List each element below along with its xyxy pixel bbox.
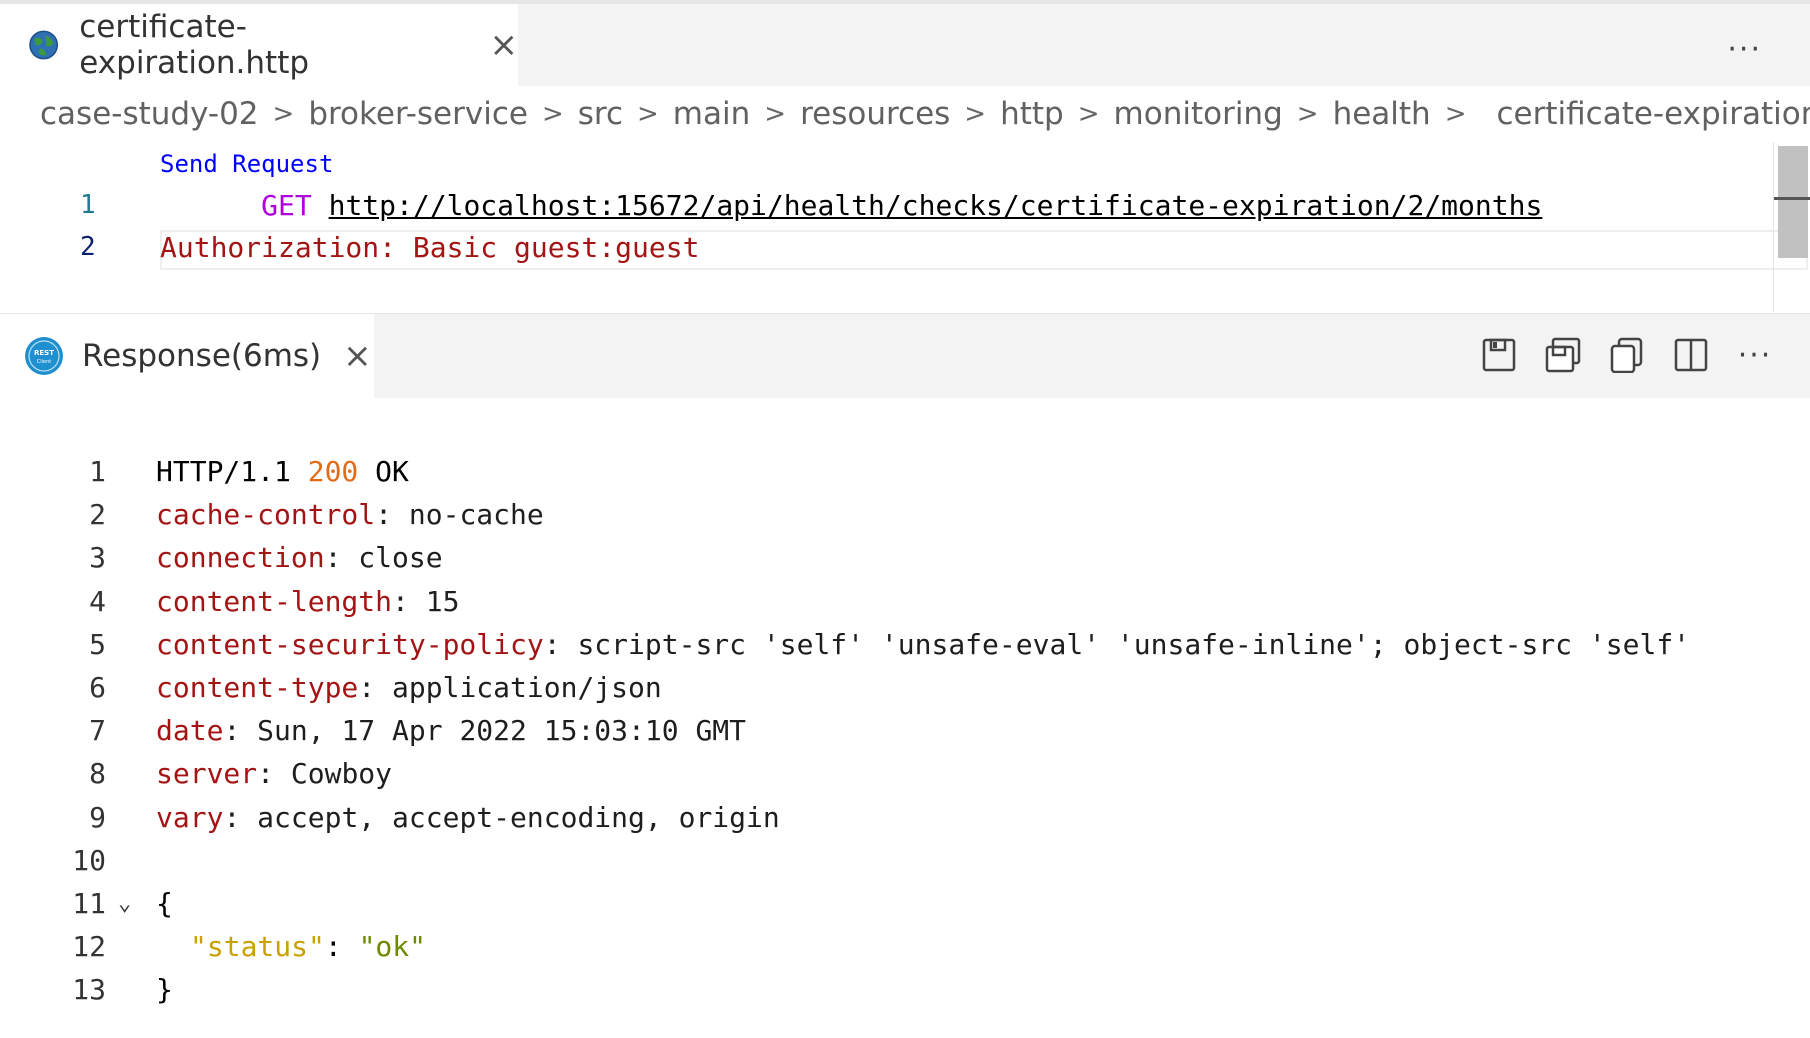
more-actions-icon[interactable]: ··· bbox=[1736, 336, 1774, 374]
response-header-line: 2 cache-control: no-cache bbox=[0, 493, 1810, 536]
json-key: "status" bbox=[190, 930, 325, 964]
header-value: : 15 bbox=[392, 584, 460, 618]
response-body[interactable]: 1 HTTP/1.1 200 OK 2 cache-control: no-ca… bbox=[0, 450, 1810, 1011]
editor-tab-certificate-expiration[interactable]: certificate-expiration.http × bbox=[0, 4, 518, 86]
response-tab-bar: REST Client Response(6ms) × ··· bbox=[0, 313, 1810, 398]
copy-icon[interactable] bbox=[1608, 336, 1646, 374]
chevron-right-icon: > bbox=[541, 99, 564, 129]
svg-text:Client: Client bbox=[37, 359, 52, 365]
chevron-right-icon: > bbox=[964, 99, 987, 129]
vertical-scrollbar[interactable] bbox=[1773, 142, 1810, 312]
chevron-right-icon: > bbox=[1077, 99, 1100, 129]
breadcrumb-item[interactable]: case-study-02 bbox=[40, 96, 259, 132]
response-header-line: 6 content-type: application/json bbox=[0, 666, 1810, 709]
http-method: GET bbox=[261, 188, 312, 222]
close-icon[interactable]: × bbox=[343, 339, 372, 373]
response-tab[interactable]: REST Client Response(6ms) × bbox=[0, 314, 374, 398]
line-number: 5 bbox=[89, 627, 106, 661]
request-url[interactable]: http://localhost:15672/api/health/checks… bbox=[329, 189, 1543, 222]
chevron-right-icon: > bbox=[1296, 99, 1319, 129]
header-key: content-type bbox=[156, 671, 359, 705]
line-number: 1 bbox=[89, 455, 106, 489]
response-header-line: 9 vary: accept, accept-encoding, origin bbox=[0, 796, 1810, 839]
response-json-pair: 12 "status": "ok" bbox=[0, 925, 1810, 968]
more-actions-icon[interactable]: ··· bbox=[1727, 32, 1762, 67]
response-header-line: 5 content-security-policy: script-src 's… bbox=[0, 623, 1810, 666]
http-version: HTTP/1.1 bbox=[156, 455, 308, 489]
chevron-right-icon: > bbox=[1444, 99, 1467, 129]
status-text: OK bbox=[358, 455, 409, 489]
rest-client-icon: REST Client bbox=[25, 337, 63, 375]
header-value: : no-cache bbox=[375, 498, 544, 532]
header-key: connection bbox=[156, 541, 325, 575]
breadcrumb-item[interactable]: monitoring bbox=[1114, 96, 1283, 132]
chevron-right-icon: > bbox=[637, 99, 659, 129]
breadcrumb-item[interactable]: resources bbox=[800, 96, 950, 132]
json-brace: { bbox=[156, 886, 173, 920]
line-number: 6 bbox=[89, 671, 106, 705]
breadcrumb-item-file[interactable]: certificate-expiration.http bbox=[1497, 96, 1810, 132]
editor-tab-title: certificate-expiration.http bbox=[79, 9, 310, 81]
header-key: cache-control bbox=[156, 498, 376, 532]
response-line: 1 HTTP/1.1 200 OK bbox=[0, 450, 1810, 493]
request-header: Authorization: Basic guest:guest bbox=[160, 230, 700, 264]
header-key: server bbox=[156, 757, 258, 791]
response-actions: ··· bbox=[1480, 336, 1774, 374]
json-brace: } bbox=[156, 973, 173, 1007]
line-number: 12 bbox=[72, 930, 106, 964]
save-response-icon[interactable] bbox=[1480, 336, 1518, 374]
header-key: date bbox=[156, 714, 224, 748]
breadcrumb-item[interactable]: http bbox=[1000, 96, 1064, 132]
breadcrumb-item[interactable]: src bbox=[578, 96, 623, 132]
header-value: : application/json bbox=[358, 671, 662, 705]
header-value: : script-src 'self' 'unsafe-eval' 'unsaf… bbox=[543, 627, 1691, 661]
line-number: 3 bbox=[89, 541, 106, 575]
header-key: content-length bbox=[156, 584, 393, 618]
json-value: "ok" bbox=[358, 930, 427, 964]
header-value: : accept, accept-encoding, origin bbox=[223, 800, 780, 834]
breadcrumb-item[interactable]: health bbox=[1333, 96, 1431, 132]
line-number: 1 bbox=[80, 190, 96, 220]
line-number: 9 bbox=[89, 800, 106, 834]
line-number: 10 bbox=[72, 843, 106, 877]
editor-tab-bar: certificate-expiration.http × ··· bbox=[0, 0, 1810, 86]
chevron-right-icon: > bbox=[764, 99, 787, 129]
chevron-right-icon: > bbox=[272, 99, 295, 129]
response-line-blank: 10 bbox=[0, 839, 1810, 882]
breadcrumb-item[interactable]: main bbox=[673, 96, 750, 132]
chevron-down-icon[interactable]: ⌄ bbox=[118, 891, 131, 916]
header-value: : Cowboy bbox=[257, 757, 393, 791]
response-json-open: 11 ⌄ { bbox=[0, 882, 1810, 925]
line-number: 11 bbox=[72, 886, 106, 920]
scrollbar-marker bbox=[1774, 197, 1810, 200]
save-response-body-icon[interactable] bbox=[1544, 336, 1582, 374]
globe-icon bbox=[29, 30, 59, 60]
response-tab-title: Response(6ms) bbox=[82, 338, 322, 374]
line-number: 2 bbox=[89, 498, 106, 532]
breadcrumb: case-study-02 > broker-service > src > m… bbox=[0, 86, 1810, 142]
response-header-line: 4 content-length: 15 bbox=[0, 580, 1810, 623]
response-header-line: 3 connection: close bbox=[0, 536, 1810, 579]
header-value: : Sun, 17 Apr 2022 15:03:10 GMT bbox=[223, 714, 747, 748]
line-number: 13 bbox=[72, 973, 106, 1007]
split-editor-icon[interactable] bbox=[1672, 336, 1710, 374]
response-json-close: 13 } bbox=[0, 968, 1810, 1011]
close-icon[interactable]: × bbox=[490, 28, 519, 62]
header-key: content-security-policy bbox=[156, 627, 544, 661]
status-code: 200 bbox=[307, 455, 359, 489]
json-colon: : bbox=[324, 930, 359, 964]
line-number: 4 bbox=[89, 584, 106, 618]
response-header-line: 8 server: Cowboy bbox=[0, 752, 1810, 795]
line-number: 8 bbox=[89, 757, 106, 791]
request-editor[interactable]: Send Request 1 GET http://localhost:1567… bbox=[0, 142, 1810, 312]
svg-text:REST: REST bbox=[34, 349, 54, 357]
line-number: 2 bbox=[80, 232, 96, 262]
header-value: : close bbox=[324, 541, 443, 575]
breadcrumb-item[interactable]: broker-service bbox=[308, 96, 528, 132]
header-key: vary bbox=[156, 800, 224, 834]
line-number: 7 bbox=[89, 714, 106, 748]
response-header-line: 7 date: Sun, 17 Apr 2022 15:03:10 GMT bbox=[0, 709, 1810, 752]
scrollbar-thumb[interactable] bbox=[1778, 146, 1808, 258]
